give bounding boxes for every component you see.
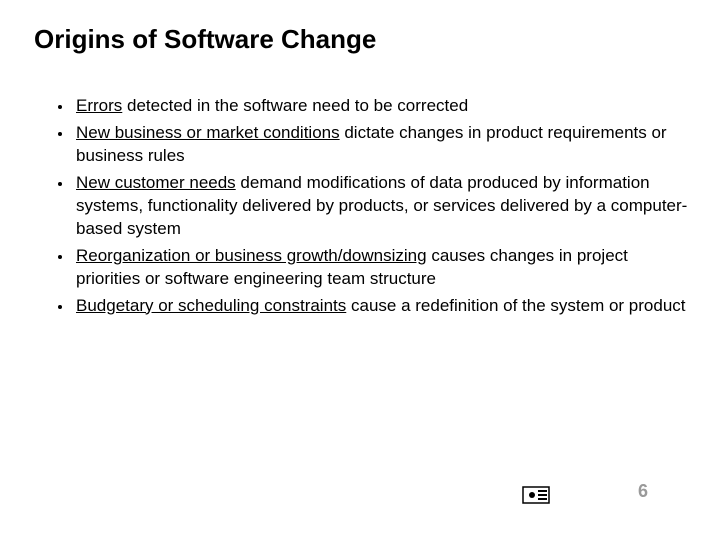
bullet-icon [58, 132, 62, 136]
bullet-icon [58, 182, 62, 186]
bullet-underline: Reorganization or business growth/downsi… [76, 246, 427, 265]
page-number: 6 [638, 481, 648, 502]
bullet-underline: Errors [76, 96, 122, 115]
bullet-text: Budgetary or scheduling constraints caus… [76, 295, 690, 318]
bullet-icon [58, 105, 62, 109]
list-item: New customer needs demand modifications … [58, 172, 690, 241]
list-item: Budgetary or scheduling constraints caus… [58, 295, 690, 318]
bullet-text: New customer needs demand modifications … [76, 172, 690, 241]
list-item: Reorganization or business growth/downsi… [58, 245, 690, 291]
list-item: New business or market conditions dictat… [58, 122, 690, 168]
bullet-underline: New business or market conditions [76, 123, 340, 142]
slide: Origins of Software Change Errors detect… [0, 0, 720, 540]
bullet-text: Errors detected in the software need to … [76, 95, 690, 118]
bullet-icon [58, 255, 62, 259]
bullet-underline: New customer needs [76, 173, 236, 192]
card-icon [522, 486, 550, 504]
list-item: Errors detected in the software need to … [58, 95, 690, 118]
bullet-icon [58, 305, 62, 309]
bullet-rest: cause a redefinition of the system or pr… [346, 296, 685, 315]
page-title: Origins of Software Change [34, 24, 690, 55]
bullet-text: Reorganization or business growth/downsi… [76, 245, 690, 291]
bullet-rest: detected in the software need to be corr… [122, 96, 468, 115]
bullet-list: Errors detected in the software need to … [58, 95, 690, 317]
bullet-underline: Budgetary or scheduling constraints [76, 296, 346, 315]
bullet-text: New business or market conditions dictat… [76, 122, 690, 168]
